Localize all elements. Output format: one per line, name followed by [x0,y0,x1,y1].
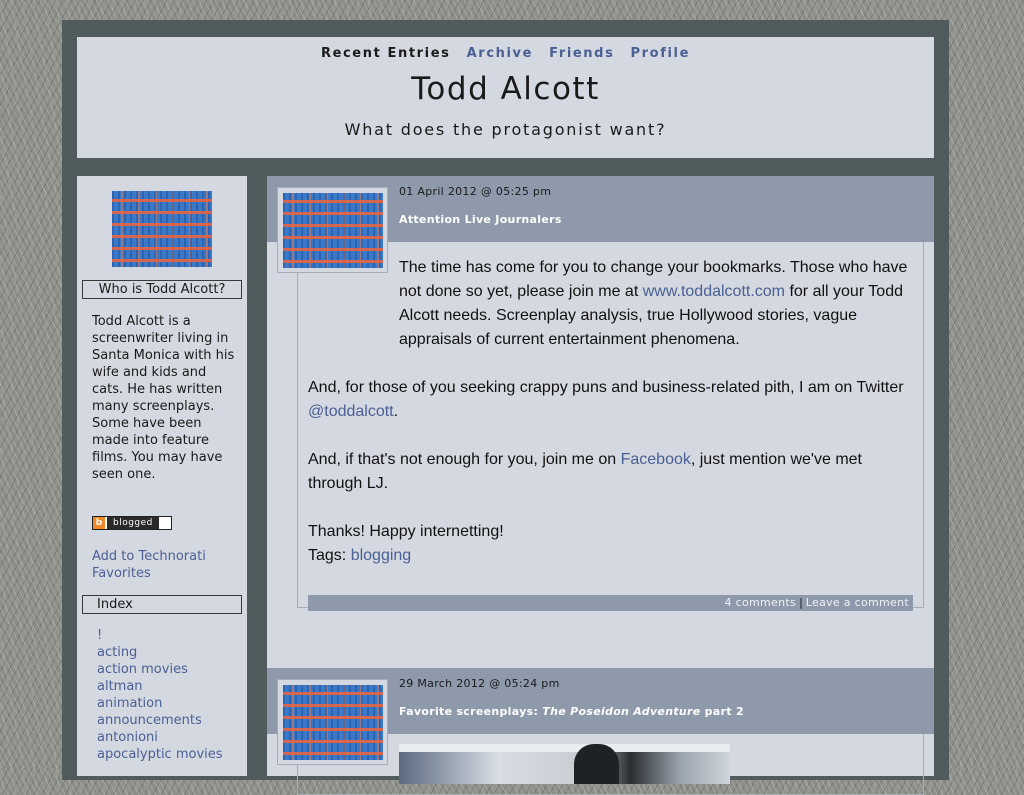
tag-link[interactable]: ! [97,627,223,644]
tag-link[interactable]: animation [97,695,223,712]
blogged-badge-text: blogged [107,517,159,529]
entry-date: 01 April 2012 @ 05:25 pm [399,185,552,198]
footer-separator: | [799,596,803,609]
entry-paragraph: And, if that's not enough for you, join … [308,451,862,492]
entry-subject[interactable]: Favorite screenplays: The Poseidon Adven… [399,705,744,718]
blogged-logo-icon: b [93,517,105,529]
entry-footer: 4 comments | Leave a comment [308,595,913,611]
entry-userpic [283,685,383,760]
tag-link[interactable]: apocalyptic movies [97,746,223,763]
sidebar-userpic [112,191,212,267]
tag-index-list: ! acting action movies altman animation … [97,627,223,763]
facebook-link[interactable]: Facebook [621,451,691,468]
tag-link[interactable]: acting [97,644,223,661]
site-title: Todd Alcott [411,71,600,107]
entry-paragraph: And, for those of you seeking crappy pun… [308,379,904,420]
entry-date: 29 March 2012 @ 05:24 pm [399,677,560,690]
nav-profile[interactable]: Profile [631,46,690,61]
main-content: 01 April 2012 @ 05:25 pm Attention Live … [267,176,934,795]
entry-paragraph: The time has come for you to change your… [399,259,908,348]
sidebar-heading-index: Index [82,595,242,614]
top-nav: Recent Entries Archive Friends Profile [77,46,934,61]
sidebar-bio: Todd Alcott is a screenwriter living in … [92,314,235,482]
entry-tags-label: Tags: [308,547,351,564]
blogged-badge[interactable]: b blogged [92,516,172,530]
entry-subject[interactable]: Attention Live Journalers [399,213,562,226]
entry-userpic-frame [277,679,388,765]
site-header: Recent Entries Archive Friends Profile T… [77,37,934,158]
technorati-link[interactable]: Add to Technorati Favorites [92,548,242,582]
website-link[interactable]: www.toddalcott.com [643,283,785,300]
twitter-link[interactable]: @toddalcott [308,403,394,420]
nav-recent-entries[interactable]: Recent Entries [321,46,451,61]
sidebar: Who is Todd Alcott? Todd Alcott is a scr… [77,176,247,776]
tag-blogging-link[interactable]: blogging [351,547,412,564]
leave-comment-link[interactable]: Leave a comment [806,596,909,609]
nav-friends[interactable]: Friends [549,46,614,61]
entry-photo [399,744,730,784]
tag-link[interactable]: antonioni [97,729,223,746]
entry-body: The time has come for you to change your… [308,256,908,568]
tag-link[interactable]: action movies [97,661,223,678]
nav-archive[interactable]: Archive [467,46,533,61]
sidebar-heading-who: Who is Todd Alcott? [82,280,242,299]
entry-paragraph: Thanks! Happy internetting! Tags: bloggin… [308,523,504,564]
tag-link[interactable]: announcements [97,712,223,729]
tag-link[interactable]: altman [97,678,223,695]
site-tagline: What does the protagonist want? [344,120,667,139]
comments-link[interactable]: 4 comments [725,596,797,609]
